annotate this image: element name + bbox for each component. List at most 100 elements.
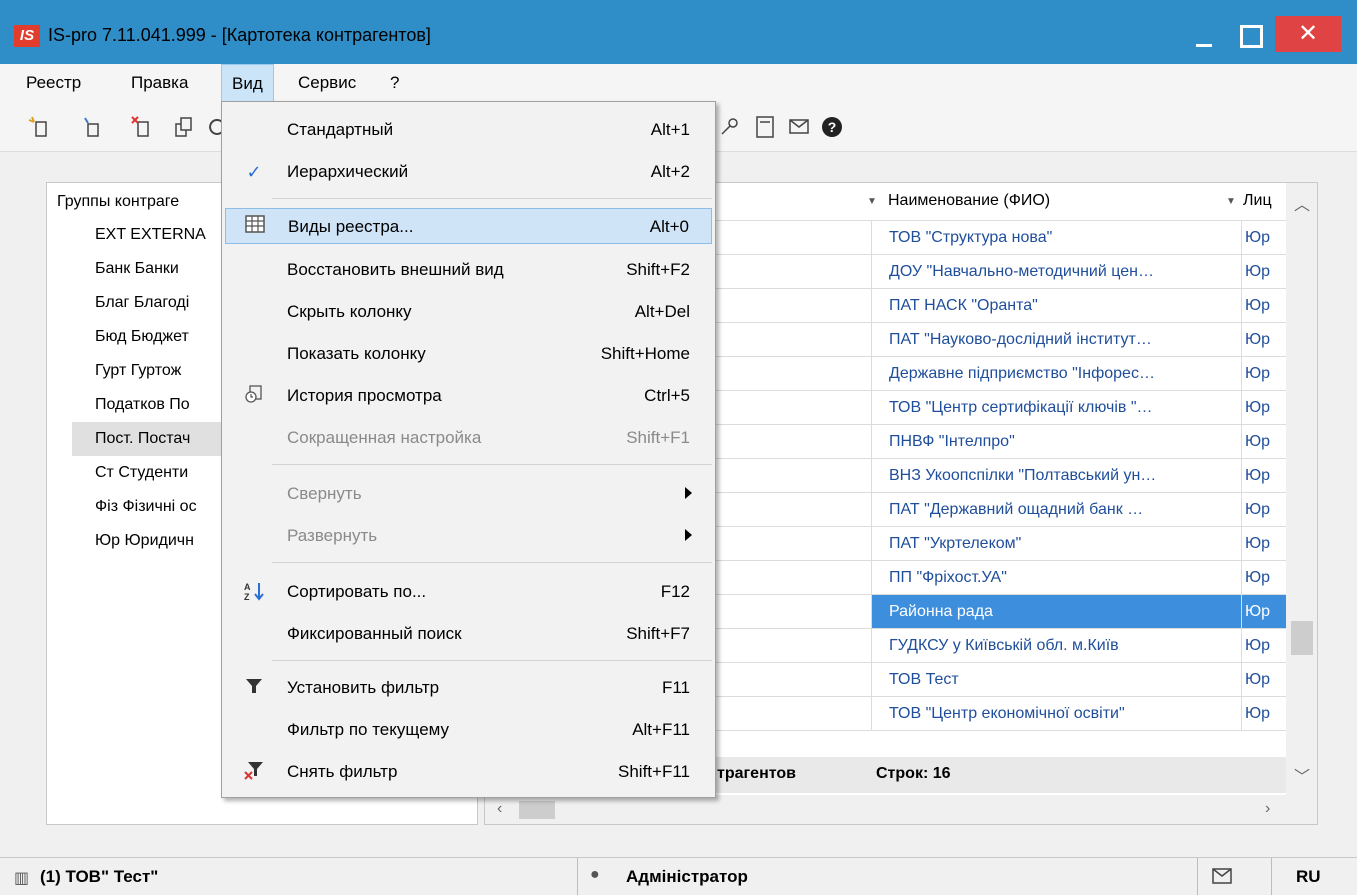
status-organization[interactable]: (1) ТОВ" Тест" xyxy=(40,867,158,887)
table-cell-type[interactable]: Юр xyxy=(1241,425,1286,458)
table-cell[interactable] xyxy=(715,697,871,730)
table-cell[interactable] xyxy=(715,629,871,662)
vertical-scrollbar[interactable]: ︿ ﹀ xyxy=(1286,183,1317,795)
sort-arrow-icon[interactable]: ▼ xyxy=(1226,196,1236,207)
table-cell[interactable] xyxy=(715,425,871,458)
table-cell-name[interactable]: ПАТ "Науково-дослідний інститут… xyxy=(871,323,1241,356)
status-user[interactable]: Адміністратор xyxy=(626,867,748,887)
horizontal-scrollbar[interactable]: ‹ › xyxy=(485,795,1317,824)
menu-item-show-column[interactable]: Показать колонку Shift+Home xyxy=(225,336,712,372)
scroll-thumb[interactable] xyxy=(519,801,555,819)
table-cell-type[interactable]: Юр xyxy=(1241,221,1286,254)
filter-icon xyxy=(241,676,267,700)
scroll-right-icon[interactable]: › xyxy=(1265,800,1270,818)
table-cell-name[interactable]: ГУДКСУ у Київській обл. м.Київ xyxy=(871,629,1241,662)
status-bar: ▥ (1) ТОВ" Тест" ● Адміністратор RU xyxy=(0,857,1357,895)
table-cell-type[interactable]: Юр xyxy=(1241,289,1286,322)
menu-item-clear-filter[interactable]: Снять фильтр Shift+F11 xyxy=(225,754,712,790)
table-cell[interactable] xyxy=(715,255,871,288)
menu-item-hide-column[interactable]: Скрыть колонку Alt+Del xyxy=(225,294,712,330)
table-cell-type[interactable]: Юр xyxy=(1241,663,1286,696)
table-cell[interactable] xyxy=(715,323,871,356)
scroll-thumb[interactable] xyxy=(1291,621,1313,655)
table-cell-type[interactable]: Юр xyxy=(1241,357,1286,390)
table-cell-name[interactable]: Районна рада xyxy=(871,595,1241,628)
table-cell[interactable] xyxy=(715,561,871,594)
menu-item-shortcut: Ctrl+5 xyxy=(644,386,690,405)
table-cell[interactable] xyxy=(715,459,871,492)
menu-registry[interactable]: Реестр xyxy=(16,64,91,102)
column-header-name[interactable]: Наименование (ФИО) xyxy=(888,192,1050,210)
menu-item-hierarchical[interactable]: ✓ Иерархический Alt+2 xyxy=(225,154,712,190)
table-cell-name[interactable]: ПАТ НАСК "Оранта" xyxy=(871,289,1241,322)
scroll-down-icon[interactable]: ﹀ xyxy=(1294,763,1310,787)
table-cell-type[interactable]: Юр xyxy=(1241,595,1286,628)
mail-icon[interactable] xyxy=(1212,868,1232,884)
table-cell[interactable] xyxy=(715,527,871,560)
table-cell[interactable] xyxy=(715,391,871,424)
menu-view[interactable]: Вид xyxy=(221,64,274,102)
add-subitem-icon[interactable] xyxy=(80,114,104,140)
status-lang-section: RU xyxy=(1272,858,1357,895)
menu-item-shortcut: Shift+F7 xyxy=(626,624,690,643)
table-cell-name[interactable]: ПНВФ "Інтелпро" xyxy=(871,425,1241,458)
table-cell-type[interactable]: Юр xyxy=(1241,629,1286,662)
table-cell-type[interactable]: Юр xyxy=(1241,459,1286,492)
scroll-left-icon[interactable]: ‹ xyxy=(497,800,502,818)
table-cell[interactable] xyxy=(715,663,871,696)
table-cell-name[interactable]: Державне підприємство "Інфорес… xyxy=(871,357,1241,390)
add-icon[interactable] xyxy=(28,114,52,140)
table-cell[interactable] xyxy=(715,357,871,390)
maximize-button[interactable] xyxy=(1226,14,1272,54)
minimize-button[interactable] xyxy=(1180,14,1226,54)
delete-icon[interactable] xyxy=(130,114,154,140)
menu-item-history[interactable]: История просмотра Ctrl+5 xyxy=(225,378,712,414)
groups-header[interactable]: Группы контраге xyxy=(57,193,179,211)
menu-item-standard[interactable]: Стандартный Alt+1 xyxy=(225,112,712,148)
table-cell-type[interactable]: Юр xyxy=(1241,493,1286,526)
table-cell-type[interactable]: Юр xyxy=(1241,527,1286,560)
table-cell-type[interactable]: Юр xyxy=(1241,391,1286,424)
table-cell[interactable] xyxy=(715,289,871,322)
table-cell[interactable] xyxy=(715,493,871,526)
status-org-section: ▥ (1) ТОВ" Тест" xyxy=(0,858,578,895)
menu-service[interactable]: Сервис xyxy=(288,64,366,102)
table-cell-type[interactable]: Юр xyxy=(1241,323,1286,356)
menu-help[interactable]: ? xyxy=(380,64,409,102)
form-icon[interactable] xyxy=(753,114,777,140)
table-cell-type[interactable]: Юр xyxy=(1241,255,1286,288)
table-cell-type[interactable]: Юр xyxy=(1241,697,1286,730)
menu-edit[interactable]: Правка xyxy=(121,64,198,102)
menu-item-filter-current[interactable]: Фильтр по текущему Alt+F11 xyxy=(225,712,712,748)
menu-item-restore-view[interactable]: Восстановить внешний вид Shift+F2 xyxy=(225,252,712,288)
table-cell-name[interactable]: ТОВ Тест xyxy=(871,663,1241,696)
column-header-person[interactable]: Лиц xyxy=(1243,192,1272,210)
table-cell-name[interactable]: ТОВ "Структура нова" xyxy=(871,221,1241,254)
table-cell-name[interactable]: ПП "Фріхост.УА" xyxy=(871,561,1241,594)
table-cell-type[interactable]: Юр xyxy=(1241,561,1286,594)
key-icon[interactable] xyxy=(717,114,741,140)
close-button[interactable]: ✕ xyxy=(1275,16,1341,52)
table-cell-name[interactable]: ПАТ "Державний ощадний банк … xyxy=(871,493,1241,526)
sort-icon: AZ xyxy=(241,580,267,604)
checkmark-icon: ✓ xyxy=(246,162,262,182)
table-cell-name[interactable]: ПАТ "Укртелеком" xyxy=(871,527,1241,560)
table-cell-name[interactable]: ДОУ "Навчально-методичний цен… xyxy=(871,255,1241,288)
sort-arrow-icon[interactable]: ▼ xyxy=(867,196,877,207)
mail-icon[interactable] xyxy=(787,114,811,140)
menu-item-fixed-search[interactable]: Фиксированный поиск Shift+F7 xyxy=(225,616,712,652)
menu-item-registry-views[interactable]: Виды реестра... Alt+0 xyxy=(225,208,712,244)
menu-item-set-filter[interactable]: Установить фильтр F11 xyxy=(225,670,712,706)
table-cell[interactable] xyxy=(715,221,871,254)
help-icon[interactable]: ? xyxy=(820,114,844,140)
language-indicator[interactable]: RU xyxy=(1296,867,1321,887)
menu-item-sort-by[interactable]: AZ Сортировать по... F12 xyxy=(225,574,712,610)
table-cell-name[interactable]: ВНЗ Укоопспілки "Полтавський ун… xyxy=(871,459,1241,492)
table-cell-name[interactable]: ТОВ "Центр сертифікації ключів "… xyxy=(871,391,1241,424)
table-cell[interactable] xyxy=(715,595,871,628)
app-logo-icon: IS xyxy=(14,25,40,47)
copy-icon[interactable] xyxy=(172,114,196,140)
organization-icon: ▥ xyxy=(14,870,30,887)
scroll-up-icon[interactable]: ︿ xyxy=(1294,191,1310,215)
table-cell-name[interactable]: ТОВ "Центр економічної освіти" xyxy=(871,697,1241,730)
